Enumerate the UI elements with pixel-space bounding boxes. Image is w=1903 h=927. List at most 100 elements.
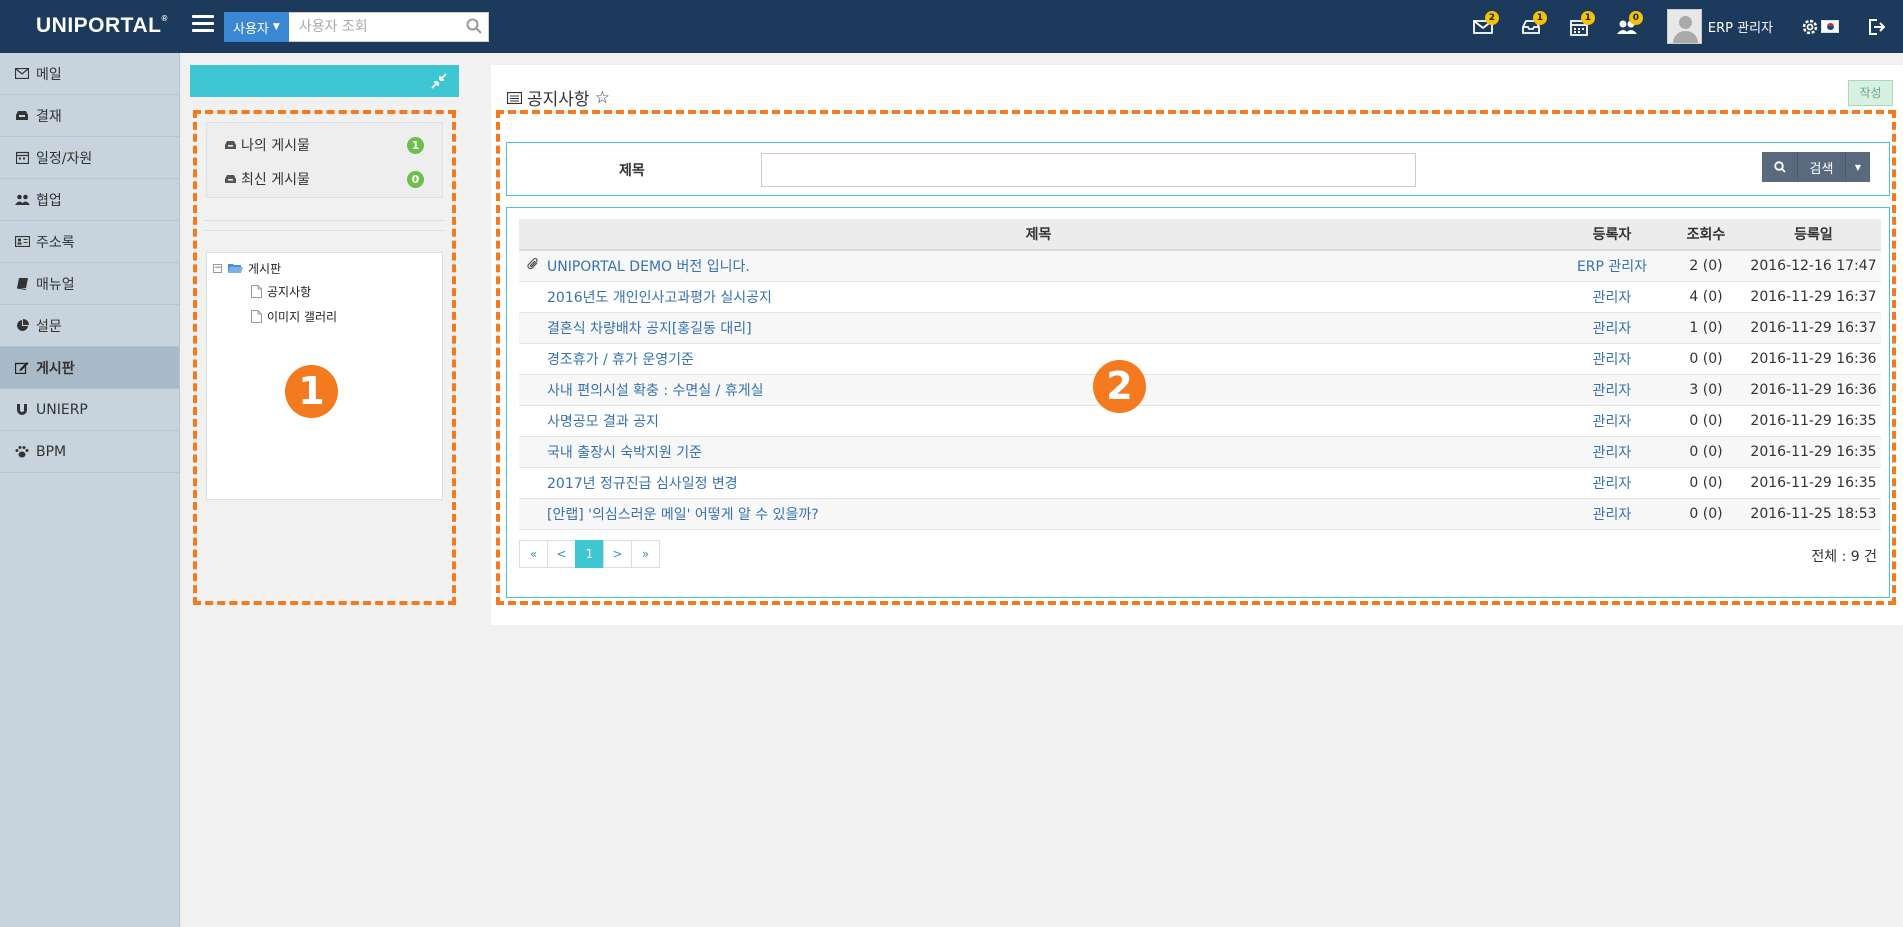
column-views[interactable]: 조회수 <box>1666 219 1746 251</box>
user-menu[interactable]: ERP 관리자 <box>1666 9 1773 44</box>
post-title-link[interactable]: 사내 편의시설 확충 : 수면실 / 휴게실 <box>547 374 1558 406</box>
address-card-icon <box>14 234 30 250</box>
table-row[interactable]: 경조휴가 / 휴가 운영기준 관리자 0 (0) 2016-11-29 16:3… <box>519 343 1881 375</box>
column-title[interactable]: 제목 <box>519 219 1558 251</box>
inbox-icon <box>225 141 236 149</box>
search-button[interactable]: 검색 <box>1798 152 1846 182</box>
post-title-link[interactable]: 경조휴가 / 휴가 운영기준 <box>547 343 1558 375</box>
collapse-icon[interactable]: − <box>213 263 222 273</box>
favorite-star-icon[interactable]: ☆ <box>595 88 610 108</box>
post-title-link[interactable]: 국내 출장시 숙박지원 기준 <box>547 436 1558 468</box>
logout-icon[interactable] <box>1867 18 1885 36</box>
sidebar-item-board[interactable]: 게시판 <box>0 347 179 389</box>
sidebar-item-label: 매뉴얼 <box>36 276 75 293</box>
search-icon[interactable] <box>466 18 482 34</box>
left-panel-header <box>190 65 459 97</box>
menu-toggle-icon[interactable] <box>192 15 214 35</box>
sidebar-item-label: BPM <box>36 443 67 460</box>
people-notification[interactable]: 0 <box>1603 0 1651 53</box>
post-author[interactable]: 관리자 <box>1558 498 1666 530</box>
post-title-link[interactable]: UNIPORTAL DEMO 버전 입니다. <box>547 250 1558 282</box>
post-author[interactable]: 관리자 <box>1558 281 1666 313</box>
mail-notification[interactable]: 2 <box>1459 0 1507 53</box>
table-row[interactable]: 2016년도 개인인사고과평가 실시공지 관리자 4 (0) 2016-11-2… <box>519 281 1881 313</box>
tree-node-gallery[interactable]: 이미지 갤러리 <box>207 304 442 329</box>
table-row[interactable]: 국내 출장시 숙박지원 기준 관리자 0 (0) 2016-11-29 16:3… <box>519 436 1881 468</box>
post-author[interactable]: 관리자 <box>1558 374 1666 406</box>
sidebar-item-unierp[interactable]: UNIERP <box>0 389 179 431</box>
sidebar-item-collaboration[interactable]: 협업 <box>0 179 179 221</box>
sidebar-item-address-book[interactable]: 주소록 <box>0 221 179 263</box>
pagination: « < 1 > » <box>519 540 660 568</box>
sidebar-item-manual[interactable]: 매뉴얼 <box>0 263 179 305</box>
top-icons: 2 1 1 0 ERP 관리자 <box>1459 0 1903 53</box>
page-current[interactable]: 1 <box>575 540 604 568</box>
table-row[interactable]: 사내 편의시설 확충 : 수면실 / 휴게실 관리자 3 (0) 2016-11… <box>519 374 1881 406</box>
logo[interactable]: UNIPORTAL® <box>36 14 168 38</box>
post-title-link[interactable]: 2016년도 개인인사고과평가 실시공지 <box>547 281 1558 313</box>
post-title-link[interactable]: 사명공모 결과 공지 <box>547 405 1558 437</box>
tree-node-board[interactable]: − 게시판 <box>207 257 442 279</box>
tree-node-notice[interactable]: 공지사항 <box>207 279 442 304</box>
sidebar-item-label: 결재 <box>36 108 62 125</box>
my-posts-link[interactable]: 나의 게시물 1 <box>207 128 442 162</box>
caret-down-icon: ▼ <box>272 22 280 32</box>
page-next[interactable]: > <box>603 540 632 568</box>
sidebar-item-survey[interactable]: 설문 <box>0 305 179 347</box>
post-views: 1 (0) <box>1666 312 1746 344</box>
sidebar-item-approval[interactable]: 결재 <box>0 95 179 137</box>
sidebar-item-mail[interactable]: 메일 <box>0 53 179 95</box>
recent-posts-link[interactable]: 최신 게시물 0 <box>207 162 442 196</box>
calendar-icon <box>14 150 30 166</box>
user-search-input[interactable] <box>288 12 489 42</box>
post-author[interactable]: 관리자 <box>1558 312 1666 344</box>
post-views: 4 (0) <box>1666 281 1746 313</box>
post-author[interactable]: 관리자 <box>1558 343 1666 375</box>
post-author[interactable]: ERP 관리자 <box>1558 250 1666 282</box>
table-row[interactable]: 사명공모 결과 공지 관리자 0 (0) 2016-11-29 16:35 <box>519 405 1881 437</box>
table-row[interactable]: [안랩] '의심스러운 메일' 어떻게 알 수 있을까? 관리자 0 (0) 2… <box>519 498 1881 530</box>
caret-down-icon: ▼ <box>1854 162 1862 172</box>
title-search-input[interactable] <box>761 153 1416 187</box>
post-title-link[interactable]: 결혼식 차량배차 공지[홍길동 대리] <box>547 312 1558 344</box>
post-title-link[interactable]: [안랩] '의심스러운 메일' 어떻게 알 수 있을까? <box>547 498 1558 530</box>
page-first[interactable]: « <box>519 540 548 568</box>
post-views: 0 (0) <box>1666 467 1746 499</box>
language-flag-icon[interactable] <box>1821 20 1839 33</box>
column-date[interactable]: 등록일 <box>1746 219 1881 251</box>
approval-badge: 1 <box>1532 11 1547 25</box>
compress-icon[interactable] <box>431 73 447 89</box>
calendar-notification[interactable]: 1 <box>1555 0 1603 53</box>
annotation-number-one: 1 <box>285 365 338 418</box>
my-posts-count: 1 <box>407 136 424 154</box>
post-author[interactable]: 관리자 <box>1558 467 1666 499</box>
column-author[interactable]: 등록자 <box>1558 219 1666 251</box>
table-row[interactable]: 결혼식 차량배차 공지[홍길동 대리] 관리자 1 (0) 2016-11-29… <box>519 312 1881 344</box>
post-date: 2016-11-25 18:53 <box>1746 498 1881 530</box>
table-row[interactable]: UNIPORTAL DEMO 버전 입니다. ERP 관리자 2 (0) 201… <box>519 250 1881 282</box>
page-prev[interactable]: < <box>547 540 576 568</box>
search-button-group: 검색 ▼ <box>1762 152 1870 182</box>
page-last[interactable]: » <box>631 540 660 568</box>
search-icon-button[interactable] <box>1762 152 1798 182</box>
document-icon <box>251 285 262 298</box>
post-date: 2016-11-29 16:35 <box>1746 467 1881 499</box>
search-form: 제목 검색 ▼ <box>506 142 1890 196</box>
post-title-link[interactable]: 2017년 정규진급 심사일정 변경 <box>547 467 1558 499</box>
main-panel: 공지사항 ☆ 작성 제목 검색 ▼ 제목 등록자 조회수 등록일 UNIPORT… <box>491 65 1903 625</box>
inbox-icon <box>14 108 30 124</box>
search-title-label: 제목 <box>619 163 645 179</box>
sidebar-item-bpm[interactable]: BPM <box>0 431 179 473</box>
search-options-dropdown[interactable]: ▼ <box>1846 152 1870 182</box>
sidebar-item-label: 게시판 <box>36 360 75 377</box>
approval-notification[interactable]: 1 <box>1507 0 1555 53</box>
post-views: 0 (0) <box>1666 498 1746 530</box>
write-button[interactable]: 작성 <box>1848 80 1893 106</box>
post-author[interactable]: 관리자 <box>1558 436 1666 468</box>
sidebar-item-label: 설문 <box>36 318 62 335</box>
table-row[interactable]: 2017년 정규진급 심사일정 변경 관리자 0 (0) 2016-11-29 … <box>519 467 1881 499</box>
sidebar-item-schedule[interactable]: 일정/자원 <box>0 137 179 179</box>
post-author[interactable]: 관리자 <box>1558 405 1666 437</box>
gear-icon[interactable] <box>1801 18 1819 36</box>
search-scope-dropdown[interactable]: 사용자 ▼ <box>224 12 289 42</box>
